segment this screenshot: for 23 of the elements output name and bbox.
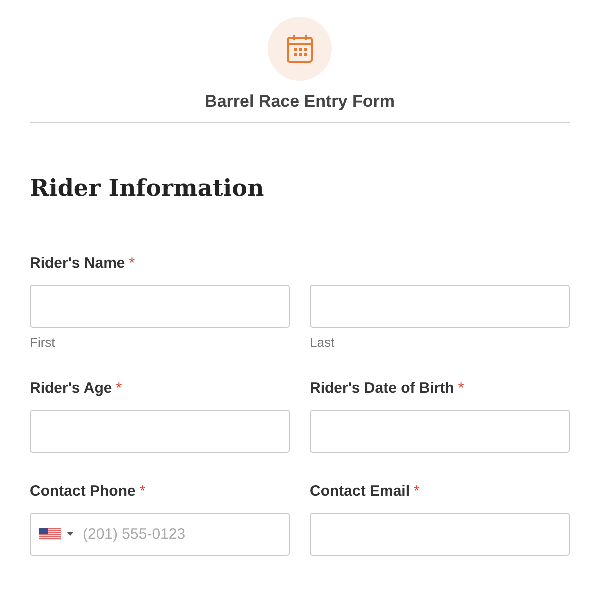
field-label: Contact Phone (30, 483, 136, 500)
form-title: Barrel Race Entry Form (205, 92, 395, 112)
field-label: Rider's Age (30, 380, 112, 397)
flag-icon (39, 528, 61, 540)
input-field[interactable] (30, 285, 290, 328)
calendar-icon (286, 34, 314, 64)
input-field[interactable] (310, 513, 570, 556)
required-mark: * (414, 483, 420, 500)
caret-icon (67, 532, 74, 536)
required-mark: * (116, 380, 122, 397)
phone-field[interactable]: (201) 555-0123 (30, 513, 290, 556)
section-heading: Rider Information (30, 175, 266, 202)
input-field[interactable] (30, 410, 290, 453)
input-field[interactable] (310, 285, 570, 328)
required-mark: * (140, 483, 146, 500)
required-mark: * (458, 380, 464, 397)
field-label: Rider's Date of Birth (310, 380, 454, 397)
required-mark: * (129, 255, 136, 272)
field-label: Rider's Name (30, 255, 126, 272)
sublabel: Last (310, 335, 336, 350)
field-label: Contact Email (310, 483, 410, 500)
input-field[interactable] (310, 410, 570, 453)
sublabel: First (30, 335, 56, 350)
